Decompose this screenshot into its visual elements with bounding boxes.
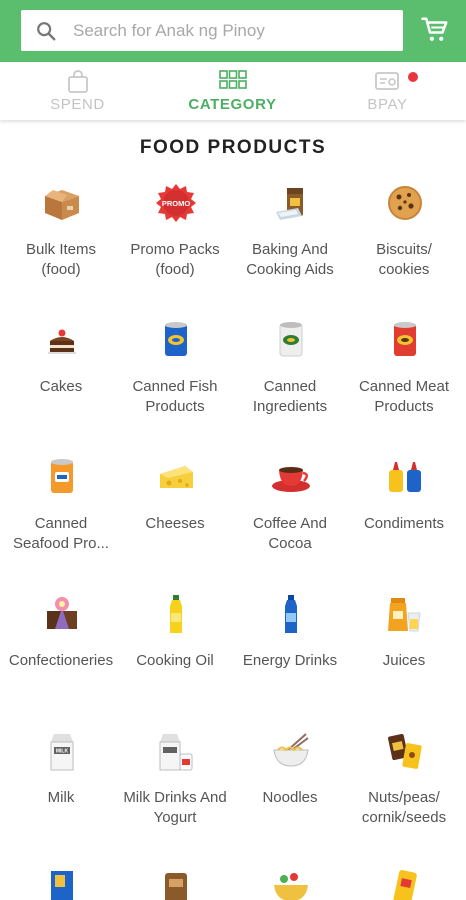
search-input[interactable]: [73, 20, 373, 41]
category-label: Canned Meat Products: [358, 378, 450, 415]
canned-meat-icon: [394, 322, 416, 356]
tab-bpay[interactable]: BPAY: [310, 62, 465, 120]
box-icon: [45, 190, 79, 220]
category-juices[interactable]: Juices: [347, 591, 461, 728]
top-bar: [0, 0, 466, 62]
category-cooking-oil[interactable]: Cooking Oil: [118, 591, 232, 728]
category-canned-meat[interactable]: Canned Meat Products: [347, 317, 461, 454]
category-partial-1[interactable]: [4, 865, 118, 900]
category-baking-cooking-aids[interactable]: Baking And Cooking Aids: [233, 180, 347, 317]
cart-icon[interactable]: [420, 15, 450, 45]
milk-drinks-icon: [159, 734, 193, 771]
category-label: Canned Fish Products: [132, 378, 218, 415]
milk-carton-icon: MILK: [50, 734, 74, 771]
tab-category-label: CATEGORY: [188, 96, 277, 113]
baking-aids-icon: [276, 188, 303, 220]
category-noodles[interactable]: Noodles: [233, 728, 347, 865]
category-cheeses[interactable]: Cheeses: [118, 454, 232, 591]
tab-spend[interactable]: SPEND: [0, 62, 155, 120]
tab-bpay-label: BPAY: [367, 96, 408, 113]
svg-text:PROMO: PROMO: [162, 199, 191, 208]
nuts-icon: [388, 733, 422, 769]
oil-bottle-icon: [170, 595, 182, 633]
category-partial-2[interactable]: [118, 865, 232, 900]
category-label: Milk: [47, 789, 75, 806]
noodles-icon: [273, 733, 309, 767]
category-label: Noodles: [262, 789, 318, 806]
category-partial-4[interactable]: [347, 865, 461, 900]
confectionery-icon: [47, 597, 77, 629]
category-label: Baking And Cooking Aids: [246, 241, 334, 278]
category-coffee-cocoa[interactable]: Coffee And Cocoa: [233, 454, 347, 591]
category-label: Cakes: [39, 378, 83, 395]
category-canned-ingredients[interactable]: Canned Ingredients: [233, 317, 347, 454]
notification-dot: [408, 72, 418, 82]
bill-pay-icon: [374, 72, 399, 90]
category-condiments[interactable]: Condiments: [347, 454, 461, 591]
coffee-cup-icon: [272, 467, 310, 492]
category-label: Energy Drinks: [242, 652, 338, 669]
canned-fish-icon: [165, 322, 187, 356]
category-label: Confectioneries: [8, 652, 114, 669]
category-label: Bulk Items (food): [25, 241, 97, 278]
category-label: Condiments: [363, 515, 445, 532]
cake-icon: [48, 329, 76, 354]
category-label: Nuts/peas/ cornik/seeds: [361, 789, 447, 826]
category-label: Canned Seafood Pro...: [13, 515, 109, 552]
section-title: FOOD PRODUCTS: [139, 137, 327, 158]
category-label: Promo Packs (food): [130, 241, 220, 278]
canned-seafood-icon: [51, 459, 73, 493]
partial-product-icon: [393, 870, 417, 900]
category-label: Cheeses: [145, 515, 205, 532]
promo-badge-icon: PROMO: [156, 184, 196, 222]
svg-text:MILK: MILK: [56, 749, 69, 755]
category-bulk-items[interactable]: Bulk Items (food): [4, 180, 118, 317]
canned-ingredients-icon: [279, 322, 303, 357]
partial-product-icon: [51, 871, 73, 900]
category-nuts-peas-seeds[interactable]: Nuts/peas/ cornik/seeds: [347, 728, 461, 865]
category-partial-3[interactable]: [233, 865, 347, 900]
category-label: Coffee And Cocoa: [253, 515, 327, 552]
category-milk[interactable]: MILK Milk: [4, 728, 118, 865]
shopping-bag-icon: [67, 70, 88, 93]
category-canned-fish[interactable]: Canned Fish Products: [118, 317, 232, 454]
search-icon: [37, 21, 56, 40]
juice-icon: [388, 598, 421, 632]
category-label: Canned Ingredients: [252, 378, 328, 415]
condiments-icon: [389, 462, 421, 492]
category-label: Juices: [382, 652, 426, 669]
category-label: Milk Drinks And Yogurt: [123, 789, 227, 826]
category-grid-icon: [218, 70, 247, 89]
partial-product-icon: [165, 873, 187, 900]
category-cakes[interactable]: Cakes: [4, 317, 118, 454]
category-promo-packs[interactable]: PROMO Promo Packs (food): [118, 180, 232, 317]
tab-spend-label: SPEND: [50, 96, 105, 113]
category-biscuits-cookies[interactable]: Biscuits/ cookies: [347, 180, 461, 317]
tab-category[interactable]: CATEGORY: [155, 62, 310, 120]
cookie-icon: [388, 186, 422, 220]
category-label: Biscuits/ cookies: [376, 241, 432, 278]
category-label: Cooking Oil: [136, 652, 214, 669]
tab-bar: SPEND CATEGORY BPAY: [0, 62, 466, 120]
cheese-icon: [160, 466, 193, 488]
category-canned-seafood[interactable]: Canned Seafood Pro...: [4, 454, 118, 591]
category-milk-drinks-yogurt[interactable]: Milk Drinks And Yogurt: [118, 728, 232, 865]
energy-drink-icon: [285, 595, 297, 633]
category-energy-drinks[interactable]: Energy Drinks: [233, 591, 347, 728]
search-bar[interactable]: [21, 10, 403, 51]
category-confectioneries[interactable]: Confectioneries: [4, 591, 118, 728]
partial-product-icon: [274, 873, 308, 900]
